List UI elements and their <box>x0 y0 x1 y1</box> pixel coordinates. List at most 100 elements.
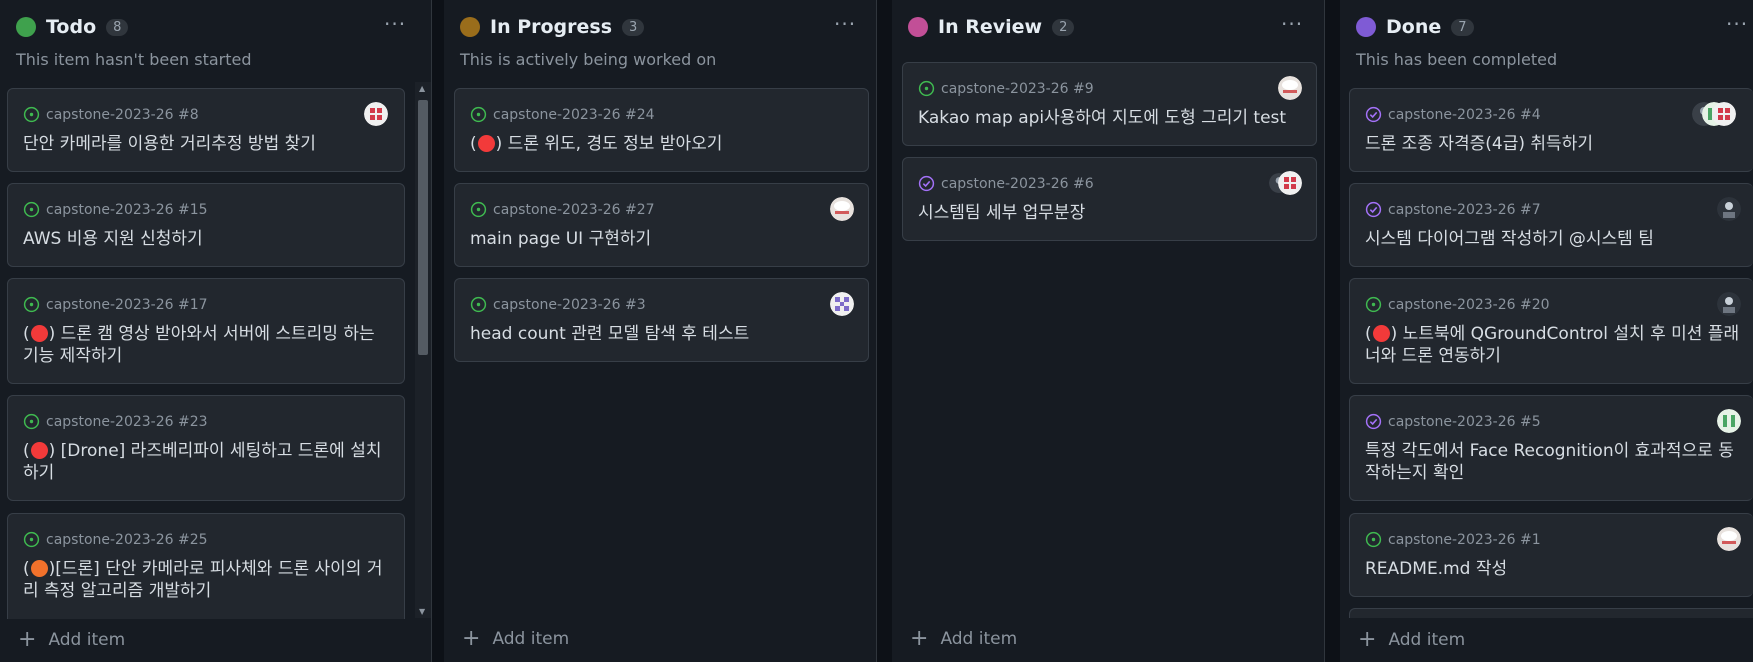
column-divider <box>432 0 444 662</box>
issue-title[interactable]: () [Drone] 라즈베리파이 세팅하고 드론에 설치하기 <box>23 440 392 484</box>
issue-card[interactable]: capstone-2023-26 #1 README.md 작성 <box>1349 513 1753 597</box>
column-count: 3 <box>622 18 645 36</box>
issue-card[interactable]: capstone-2023-26 #7 시스템 다이어그램 작성하기 @시스템 … <box>1349 183 1753 267</box>
issue-card[interactable]: capstone-2023-26 #8 단안 카메라를 이용한 거리추정 방법 … <box>7 88 405 172</box>
issue-ref[interactable]: capstone-2023-26 #17 <box>23 296 208 313</box>
issue-title[interactable]: AWS 비용 지원 신청하기 <box>23 228 392 250</box>
column-in-review: In Review 2 ··· capstone-2023-26 #9 Kaka… <box>892 0 1325 662</box>
issue-ref-text: capstone-2023-26 #6 <box>941 175 1094 192</box>
plus-icon: + <box>18 627 37 652</box>
more-options-icon[interactable]: ··· <box>1726 12 1748 36</box>
issue-card[interactable]: capstone-2023-26 #17 () 드론 캠 영상 받아와서 서버에… <box>7 278 405 384</box>
issue-title[interactable]: 드론 조종 자격증(4급) 취득하기 <box>1365 133 1741 155</box>
issue-title[interactable]: 시스템 다이어그램 작성하기 @시스템 팀 <box>1365 228 1741 250</box>
more-options-icon[interactable]: ··· <box>1281 12 1303 36</box>
assignee-avatar[interactable] <box>1278 171 1302 195</box>
issue-card[interactable]: capstone-2023-26 #5 특정 각도에서 Face Recogni… <box>1349 395 1753 501</box>
issue-card[interactable]: capstone-2023-26 #23 () [Drone] 라즈베리파이 세… <box>7 395 405 501</box>
issue-ref[interactable]: capstone-2023-26 #4 <box>1365 106 1541 123</box>
column-header: Done 7 <box>1356 14 1474 40</box>
issue-title[interactable]: README.md 작성 <box>1365 558 1741 580</box>
add-item-button[interactable]: + Add item <box>910 626 1018 651</box>
assignee-avatar[interactable] <box>1712 102 1736 126</box>
issue-card[interactable]: capstone-2023-26 #9 Kakao map api사용하여 지도… <box>902 62 1317 146</box>
column-header: In Review 2 <box>908 14 1075 40</box>
assignee-avatar[interactable] <box>830 292 854 316</box>
assignee-avatar[interactable] <box>1278 76 1302 100</box>
issue-title[interactable]: ( ) 드론 위도, 경도 정보 받아오기 <box>470 133 856 155</box>
orange-circle-icon <box>30 560 48 577</box>
issue-ref-text: capstone-2023-26 #15 <box>46 201 208 218</box>
assignee-avatar[interactable] <box>1717 197 1741 221</box>
scroll-down-icon[interactable]: ▼ <box>419 607 425 616</box>
issue-card[interactable]: capstone-2023-26 #4 드론 조종 자격증(4급) 취득하기 <box>1349 88 1753 172</box>
closed-issue-icon <box>1365 413 1382 430</box>
assignee-avatar[interactable] <box>1717 292 1741 316</box>
add-item-button[interactable]: + Add item <box>462 628 570 650</box>
issue-ref[interactable]: capstone-2023-26 #3 <box>470 296 646 313</box>
title-text: ) 드론 위도, 경도 정보 받아오기 <box>495 134 723 154</box>
issue-ref[interactable]: capstone-2023-26 #20 <box>1365 296 1550 313</box>
issue-card[interactable]: capstone-2023-26 #3 head count 관련 모델 탐색 … <box>454 278 869 362</box>
issue-title[interactable]: main page UI 구현하기 <box>470 228 856 250</box>
open-issue-icon <box>23 413 40 430</box>
add-item-label: Add item <box>492 629 570 649</box>
open-issue-icon <box>23 106 40 123</box>
issue-card[interactable]: capstone-2023-26 #20 () 노트북에 QGroundCont… <box>1349 278 1753 384</box>
open-issue-icon <box>470 106 487 123</box>
issue-ref[interactable]: capstone-2023-26 #9 <box>918 80 1094 97</box>
issue-title[interactable]: () 드론 캠 영상 받아와서 서버에 스트리밍 하는 기능 제작하기 <box>23 323 392 367</box>
issue-ref[interactable]: capstone-2023-26 #25 <box>23 531 208 548</box>
issue-card[interactable]: capstone-2023-26 #15 AWS 비용 지원 신청하기 <box>7 183 405 267</box>
issue-title[interactable]: () 노트북에 QGroundControl 설치 후 미션 플래너와 드론 연… <box>1365 323 1741 367</box>
issue-title[interactable]: 단안 카메라를 이용한 거리추정 방법 찾기 <box>23 133 392 155</box>
issue-ref[interactable]: capstone-2023-26 #15 <box>23 201 208 218</box>
column-title: Done <box>1386 16 1442 38</box>
issue-ref[interactable]: capstone-2023-26 #27 <box>470 201 655 218</box>
issue-card[interactable]: capstone-2023-26 #27 main page UI 구현하기 <box>454 183 869 267</box>
assignee-avatar[interactable] <box>830 197 854 221</box>
column-header: In Progress 3 <box>460 14 645 40</box>
assignee-avatar[interactable] <box>1717 527 1741 551</box>
issue-ref[interactable]: capstone-2023-26 #6 <box>918 175 1094 192</box>
issue-ref-text: capstone-2023-26 #5 <box>1388 413 1541 430</box>
issue-title[interactable]: ()[드론] 단안 카메라로 피사체와 드론 사이의 거리 측정 알고리즘 개발… <box>23 558 392 602</box>
add-item-label: Add item <box>48 630 126 650</box>
issue-card[interactable]: capstone-2023-26 #25 ()[드론] 단안 카메라로 피사체와… <box>7 513 405 619</box>
plus-icon: + <box>910 626 929 651</box>
closed-issue-icon <box>1365 201 1382 218</box>
issue-ref-text: capstone-2023-26 #23 <box>46 413 208 430</box>
title-prefix: ( <box>470 134 477 154</box>
issue-card[interactable]: capstone-2023-26 #6 시스템팀 세부 업무분장 <box>902 157 1317 241</box>
issue-title[interactable]: 시스템팀 세부 업무분장 <box>918 202 1304 224</box>
issue-ref[interactable]: capstone-2023-26 #8 <box>23 106 199 123</box>
issue-card[interactable]: capstone-2023-26 #24 ( ) 드론 위도, 경도 정보 받아오… <box>454 88 869 172</box>
issue-ref[interactable]: capstone-2023-26 #24 <box>470 106 655 123</box>
assignee-avatar[interactable] <box>364 102 388 126</box>
issue-ref[interactable]: capstone-2023-26 #5 <box>1365 413 1541 430</box>
add-item-label: Add item <box>940 629 1018 649</box>
issue-title[interactable]: Kakao map api사용하여 지도에 도형 그리기 test <box>918 107 1304 129</box>
more-options-icon[interactable]: ··· <box>384 12 406 36</box>
red-circle-icon <box>477 135 495 152</box>
column-title: Todo <box>46 16 97 38</box>
add-item-button[interactable]: + Add item <box>18 627 126 652</box>
issue-ref-text: capstone-2023-26 #25 <box>46 531 208 548</box>
closed-issue-icon <box>918 175 935 192</box>
issue-card[interactable] <box>1349 608 1753 618</box>
issue-ref[interactable]: capstone-2023-26 #7 <box>1365 201 1541 218</box>
issue-ref[interactable]: capstone-2023-26 #23 <box>23 413 208 430</box>
column-scrollbar[interactable]: ▲ ▼ <box>415 82 431 618</box>
red-circle-icon <box>30 325 48 342</box>
issue-title[interactable]: 특정 각도에서 Face Recognition이 효과적으로 동작하는지 확인 <box>1365 440 1741 484</box>
issue-ref[interactable]: capstone-2023-26 #1 <box>1365 531 1541 548</box>
title-text: ) 노트북에 QGroundControl 설치 후 미션 플래너와 드론 연동… <box>1365 324 1740 366</box>
title-text: )[드론] 단안 카메라로 피사체와 드론 사이의 거리 측정 알고리즘 개발하… <box>23 559 383 601</box>
title-prefix: ( <box>23 324 30 344</box>
more-options-icon[interactable]: ··· <box>834 12 856 36</box>
issue-title[interactable]: head count 관련 모델 탐색 후 테스트 <box>470 323 856 345</box>
scroll-thumb[interactable] <box>418 100 428 355</box>
assignee-avatar[interactable] <box>1717 409 1741 433</box>
scroll-up-icon[interactable]: ▲ <box>419 84 425 93</box>
add-item-button[interactable]: + Add item <box>1358 629 1465 651</box>
